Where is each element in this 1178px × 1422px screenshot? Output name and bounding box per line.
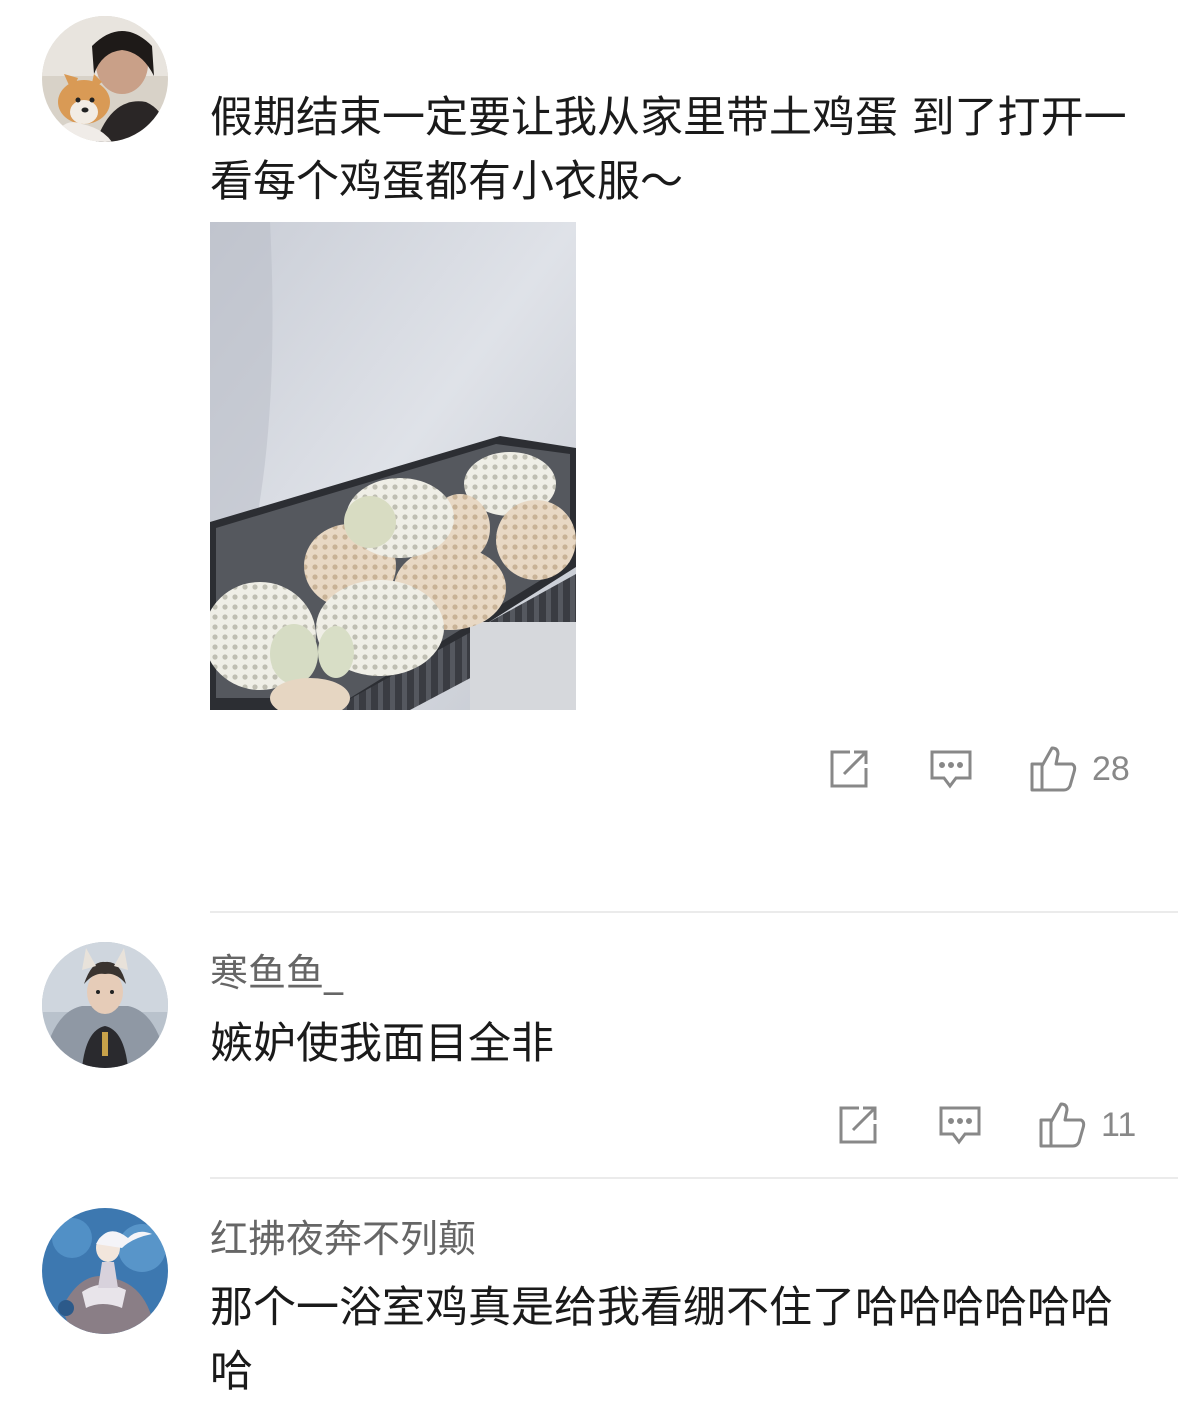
like-button[interactable]: 28: [1028, 744, 1130, 794]
like-count: 11: [1101, 1105, 1137, 1144]
divider: [210, 911, 1178, 913]
comment-actions: 28: [826, 744, 1130, 794]
comment-item: 假期结束一定要让我从家里带土鸡蛋 到了打开一看每个鸡蛋都有小衣服～ 28: [0, 0, 1178, 910]
comment-icon[interactable]: [928, 746, 974, 792]
share-icon[interactable]: [835, 1102, 881, 1148]
comment-image[interactable]: [210, 222, 576, 710]
like-button[interactable]: 11: [1037, 1100, 1136, 1150]
comment-item: 寒鱼鱼_ 嫉妒使我面目全非 11: [0, 914, 1178, 1176]
avatar[interactable]: [42, 942, 168, 1068]
thumbs-up-icon: [1037, 1100, 1087, 1150]
comment-icon[interactable]: [937, 1102, 983, 1148]
comment-item: 红拂夜奔不列颠 那个一浴室鸡真是给我看绷不住了哈哈哈哈哈哈哈: [0, 1180, 1178, 1422]
avatar[interactable]: [42, 1208, 168, 1334]
divider: [210, 1177, 1178, 1179]
thumbs-up-icon: [1028, 744, 1078, 794]
comment-text: 那个一浴室鸡真是给我看绷不住了哈哈哈哈哈哈哈: [210, 1283, 1113, 1397]
comment-text: 假期结束一定要让我从家里带土鸡蛋 到了打开一看每个鸡蛋都有小衣服～: [210, 93, 1127, 207]
like-count: 28: [1092, 749, 1130, 788]
comment-text: 嫉妒使我面目全非: [210, 1019, 554, 1069]
comment-actions: 11: [835, 1100, 1136, 1150]
comment-username[interactable]: 寒鱼鱼_: [210, 950, 343, 996]
comment-username[interactable]: 红拂夜奔不列颠: [210, 1216, 476, 1262]
avatar[interactable]: [42, 16, 168, 142]
share-icon[interactable]: [826, 746, 872, 792]
